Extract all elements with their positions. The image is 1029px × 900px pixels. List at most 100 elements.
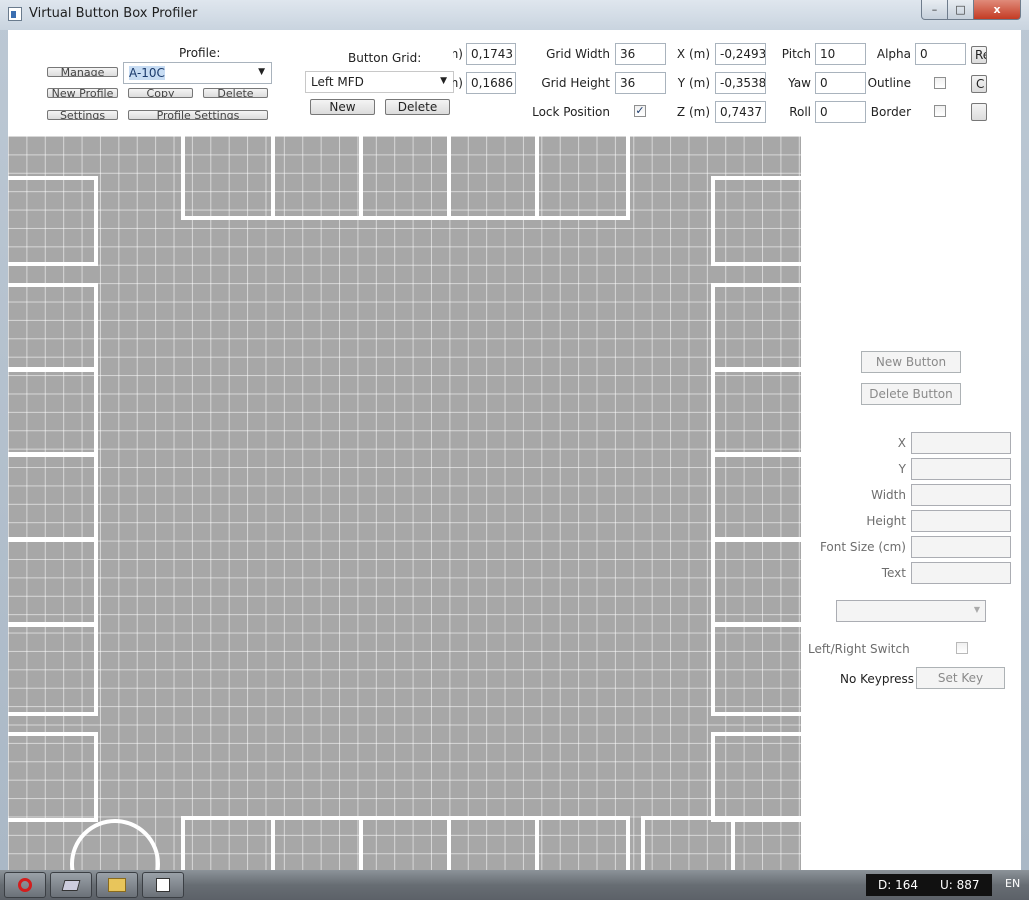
grid-button[interactable] [447, 816, 539, 870]
network-tray[interactable]: D: 164 U: 887 [866, 874, 992, 896]
x-label: X [897, 436, 906, 450]
width-m-field[interactable]: 0,1743 [466, 43, 516, 65]
grid-button[interactable] [711, 538, 801, 626]
border-label: Border [870, 105, 911, 119]
download-counter: D: 164 [878, 878, 919, 892]
height-m-label: h (m) [453, 76, 463, 90]
opera-icon[interactable] [4, 872, 46, 898]
alpha-label: Alpha [876, 47, 911, 61]
profile-settings-button[interactable]: Profile Settings [128, 110, 268, 120]
minimize-button[interactable]: – [921, 0, 948, 20]
height-field[interactable] [911, 510, 1011, 532]
pitch-field[interactable]: 10 [815, 43, 866, 65]
grid-width-label: Grid Width [546, 47, 610, 61]
app-icon [8, 7, 22, 21]
left-right-switch-label: Left/Right Switch [808, 642, 910, 656]
chevron-down-icon: ▼ [258, 67, 265, 77]
title-bar[interactable]: Virtual Button Box Profiler – □ x [0, 0, 1029, 30]
color-button[interactable]: C [971, 75, 987, 93]
yaw-field[interactable]: 0 [815, 72, 866, 94]
pitch-label: Pitch [781, 47, 811, 61]
grid-button[interactable] [8, 538, 98, 626]
y-m-field[interactable]: -0,3538 [715, 72, 766, 94]
keypress-label: No Keypress [840, 672, 915, 686]
y-field[interactable] [911, 458, 1011, 480]
grid-button[interactable] [711, 732, 801, 822]
grid-height-label: Grid Height [541, 76, 610, 90]
yaw-label: Yaw [788, 76, 811, 90]
grid-button[interactable] [731, 816, 801, 870]
extra-button[interactable] [971, 103, 987, 121]
grid-button[interactable] [359, 136, 451, 220]
grid-button[interactable] [8, 368, 98, 456]
profiler-app-icon[interactable] [142, 872, 184, 898]
grid-button[interactable] [8, 732, 98, 822]
x-field[interactable] [911, 432, 1011, 454]
new-grid-button[interactable]: New [310, 99, 375, 115]
lock-position-checkbox[interactable]: ✓ [634, 105, 646, 117]
profile-label: Profile: [179, 46, 221, 60]
lock-position-label: Lock Position [532, 105, 610, 119]
delete-button-button[interactable]: Delete Button [861, 383, 961, 405]
folder-icon[interactable] [96, 872, 138, 898]
grid-button[interactable] [711, 453, 801, 541]
text-field[interactable] [911, 562, 1011, 584]
outline-checkbox[interactable] [934, 77, 946, 89]
z-m-field[interactable]: 0,7437 [715, 101, 766, 123]
y-m-label: Y (m) [677, 76, 710, 90]
roll-field[interactable]: 0 [815, 101, 866, 123]
grid-button[interactable] [711, 368, 801, 456]
grid-button[interactable] [535, 816, 630, 870]
text-label: Text [881, 566, 906, 580]
grid-button[interactable] [535, 136, 630, 220]
profile-select[interactable]: A-10C ▼ [123, 62, 272, 84]
key-select[interactable]: ▼ [836, 600, 986, 622]
button-grid-canvas[interactable] [8, 136, 801, 870]
font-size-field[interactable] [911, 536, 1011, 558]
x-m-label: X (m) [676, 47, 710, 61]
border-checkbox[interactable] [934, 105, 946, 117]
reset-button[interactable]: Re [971, 46, 987, 64]
settings-button[interactable]: Settings [47, 110, 118, 120]
alpha-field[interactable]: 0 [915, 43, 966, 65]
maximize-button[interactable]: □ [947, 0, 974, 20]
grid-button[interactable] [271, 816, 363, 870]
grid-button[interactable] [359, 816, 451, 870]
grid-button[interactable] [181, 136, 275, 220]
grid-button[interactable] [447, 136, 539, 220]
grid-button[interactable] [641, 816, 735, 870]
grid-width-field[interactable]: 36 [615, 43, 666, 65]
chevron-down-icon: ▼ [973, 605, 980, 614]
grid-button[interactable] [8, 283, 98, 371]
button-grid-label: Button Grid: [348, 51, 422, 65]
delete-profile-button[interactable]: Delete [203, 88, 268, 98]
grid-button[interactable] [8, 453, 98, 541]
grid-button[interactable] [271, 136, 363, 220]
button-grid-selected-value: Left MFD [311, 75, 364, 89]
grid-button[interactable] [181, 816, 275, 870]
height-m-field[interactable]: 0,1686 [466, 72, 516, 94]
grid-button[interactable] [8, 176, 98, 266]
new-button-button[interactable]: New Button [861, 351, 961, 373]
grid-button[interactable] [711, 176, 801, 266]
delete-grid-button[interactable]: Delete [385, 99, 450, 115]
font-size-label: Font Size (cm) [819, 540, 906, 554]
left-right-switch-checkbox[interactable] [956, 642, 968, 654]
grid-button[interactable] [8, 623, 98, 716]
display-app-icon[interactable] [50, 872, 92, 898]
new-profile-button[interactable]: New Profile [47, 88, 118, 98]
x-m-field[interactable]: -0,2493 [715, 43, 766, 65]
grid-button[interactable] [711, 623, 801, 716]
grid-button[interactable] [711, 283, 801, 371]
set-key-button[interactable]: Set Key [916, 667, 1005, 689]
close-button[interactable]: x [973, 0, 1021, 20]
manage-hotkeys-button[interactable]: Manage Hotkeys [47, 67, 118, 77]
height-label: Height [866, 514, 906, 528]
width-label: Width [871, 488, 906, 502]
round-grid-button[interactable] [70, 819, 160, 870]
copy-profile-button[interactable]: Copy [128, 88, 193, 98]
button-grid-select[interactable]: Left MFD ▼ [305, 71, 454, 93]
width-field[interactable] [911, 484, 1011, 506]
grid-height-field[interactable]: 36 [615, 72, 666, 94]
language-indicator[interactable]: EN [1005, 877, 1020, 890]
